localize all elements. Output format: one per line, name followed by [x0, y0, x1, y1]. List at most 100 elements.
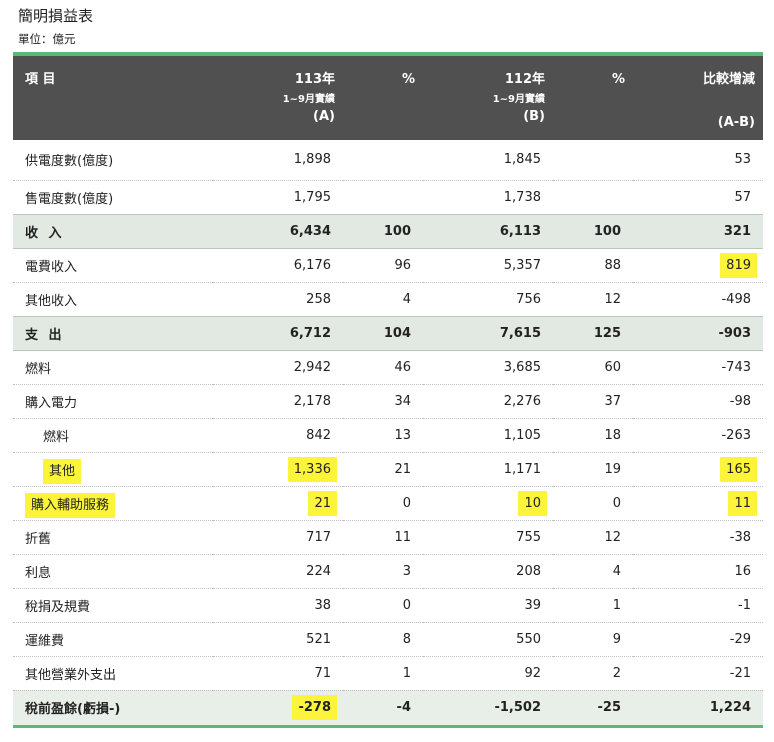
- cell-pct-112: 19: [553, 452, 633, 487]
- cell-diff: -38: [633, 520, 763, 555]
- cell-113: 38: [213, 588, 343, 623]
- cell-112: 6,113: [423, 213, 553, 249]
- cell-113: 2,942: [213, 350, 343, 385]
- cell-pct-113: 11: [343, 520, 423, 555]
- table-row: 燃料 842 13 1,105 18 -263: [13, 418, 763, 453]
- cell-112: 208: [423, 554, 553, 589]
- cell-113: 258: [213, 282, 343, 317]
- table-row: 供電度數(億度) 1,898 1,845 53: [13, 140, 763, 181]
- cell-diff: -903: [633, 315, 763, 351]
- highlight-mark: 1,336: [287, 456, 337, 482]
- cell-pct-112: 37: [553, 384, 633, 419]
- table-row: 運維費 521 8 550 9 -29: [13, 622, 763, 657]
- cell-113: 521: [213, 622, 343, 657]
- row-label: 稅捐及規費: [13, 588, 213, 623]
- table-row: 稅捐及規費 38 0 39 1 -1: [13, 588, 763, 623]
- cell-pct-113: 13: [343, 418, 423, 453]
- cell-diff: -498: [633, 282, 763, 317]
- cell-diff: -263: [633, 418, 763, 453]
- highlight-mark: 其他: [43, 458, 82, 484]
- cell-112: 755: [423, 520, 553, 555]
- row-label: 稅前盈餘(虧損-): [13, 690, 213, 728]
- cell-pct-112: [553, 140, 633, 181]
- cell-pct-113: 1: [343, 656, 423, 691]
- cell-pct-113: [343, 180, 423, 215]
- cell-pct-112: 100: [553, 213, 633, 249]
- cell-diff: -98: [633, 384, 763, 419]
- cell-pct-112: 12: [553, 282, 633, 317]
- cell-pct-112: 60: [553, 350, 633, 385]
- table-header: 項 目 113年 1~9月實績 (A) % 112年 1~9月實績 (B) % …: [13, 56, 763, 140]
- cell-112: 1,845: [423, 140, 553, 181]
- highlight-mark: 21: [308, 490, 337, 516]
- header-diff: 比較增減 (A-B): [633, 56, 763, 140]
- unit-label: 單位：億元: [18, 32, 76, 46]
- row-label: 購入電力: [13, 384, 213, 419]
- row-label: 折舊: [13, 520, 213, 555]
- cell-113: 1,795: [213, 180, 343, 215]
- cell-pct-113: 8: [343, 622, 423, 657]
- table-row: 其他 1,336 21 1,171 19 165: [13, 452, 763, 487]
- highlight-mark: 購入輔助服務: [25, 492, 116, 518]
- cell-pct-113: 3: [343, 554, 423, 589]
- cell-113: 717: [213, 520, 343, 555]
- cell-113: -278: [213, 690, 343, 728]
- cell-diff: -29: [633, 622, 763, 657]
- cell-112: 756: [423, 282, 553, 317]
- row-label: 售電度數(億度): [13, 180, 213, 215]
- section-row-expense: 支 出 6,712 104 7,615 125 -903: [13, 315, 763, 351]
- header-item: 項 目: [13, 56, 213, 140]
- cell-112: 7,615: [423, 315, 553, 351]
- cell-pct-112: 0: [553, 486, 633, 521]
- cell-112: 3,685: [423, 350, 553, 385]
- cell-diff: 819: [633, 248, 763, 283]
- cell-113: 2,178: [213, 384, 343, 419]
- cell-113: 21: [213, 486, 343, 521]
- cell-pct-113: 21: [343, 452, 423, 487]
- cell-pct-113: 34: [343, 384, 423, 419]
- cell-pct-113: 0: [343, 486, 423, 521]
- table-row: 售電度數(億度) 1,795 1,738 57: [13, 180, 763, 215]
- cell-pct-112: 125: [553, 315, 633, 351]
- cell-112: 1,105: [423, 418, 553, 453]
- row-label: 供電度數(億度): [13, 140, 213, 181]
- cell-pct-112: -25: [553, 690, 633, 728]
- cell-113: 6,712: [213, 315, 343, 351]
- cell-diff: 11: [633, 486, 763, 521]
- table-row: 購入輔助服務 21 0 10 0 11: [13, 486, 763, 521]
- highlight-mark: 11: [728, 490, 757, 516]
- table-row: 燃料 2,942 46 3,685 60 -743: [13, 350, 763, 385]
- cell-113: 6,434: [213, 213, 343, 249]
- cell-pct-112: 1: [553, 588, 633, 623]
- cell-pct-113: 104: [343, 315, 423, 351]
- cell-diff: -21: [633, 656, 763, 691]
- cell-pct-112: 2: [553, 656, 633, 691]
- cell-112: 5,357: [423, 248, 553, 283]
- cell-113: 1,336: [213, 452, 343, 487]
- row-label: 利息: [13, 554, 213, 589]
- cell-pct-112: 4: [553, 554, 633, 589]
- table-row: 利息 224 3 208 4 16: [13, 554, 763, 589]
- row-label: 購入輔助服務: [13, 486, 213, 521]
- cell-diff: -1: [633, 588, 763, 623]
- cell-diff: 16: [633, 554, 763, 589]
- row-label: 其他: [13, 452, 213, 487]
- section-row-revenue: 收 入 6,434 100 6,113 100 321: [13, 213, 763, 249]
- cell-diff: -743: [633, 350, 763, 385]
- row-label: 支 出: [13, 315, 213, 351]
- cell-pct-113: [343, 140, 423, 181]
- cell-diff: 165: [633, 452, 763, 487]
- pretax-income-row: 稅前盈餘(虧損-) -278 -4 -1,502 -25 1,224: [13, 690, 763, 728]
- row-label: 其他收入: [13, 282, 213, 317]
- cell-diff: 321: [633, 213, 763, 249]
- cell-diff: 1,224: [633, 690, 763, 728]
- income-statement-table: 項 目 113年 1~9月實績 (A) % 112年 1~9月實績 (B) % …: [13, 56, 763, 728]
- highlight-mark: 165: [720, 456, 757, 482]
- cell-112: 92: [423, 656, 553, 691]
- header-pct-112: %: [553, 56, 633, 140]
- table-row: 其他收入 258 4 756 12 -498: [13, 282, 763, 317]
- cell-pct-113: -4: [343, 690, 423, 728]
- cell-112: 550: [423, 622, 553, 657]
- row-label: 電費收入: [13, 248, 213, 283]
- cell-diff: 53: [633, 140, 763, 181]
